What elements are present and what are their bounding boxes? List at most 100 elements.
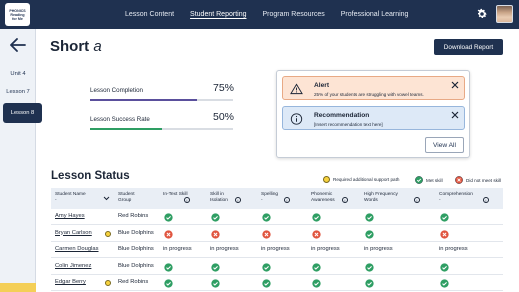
close-icon[interactable] — [451, 111, 459, 119]
metric-label: Lesson Success Rate — [90, 116, 150, 123]
nav-program-resources[interactable]: Program Resources — [262, 11, 324, 18]
info-icon[interactable]: i — [414, 197, 420, 203]
check-circle-icon — [440, 262, 449, 272]
info-icon[interactable]: i — [342, 197, 348, 203]
table-row: Amy Hayes Red Robins — [51, 209, 503, 225]
student-group: Blue Dolphins — [118, 262, 154, 269]
col-label: Spelling — [261, 192, 279, 197]
check-circle-icon — [365, 279, 374, 288]
col-phonemic-awareness[interactable]: Phonemic Awareness — [311, 192, 345, 204]
x-circle-icon — [440, 229, 449, 239]
back-arrow-icon[interactable] — [10, 38, 26, 52]
logo-line: for Me — [12, 16, 23, 21]
check-circle-icon — [164, 213, 173, 222]
check-circle-icon — [440, 213, 449, 222]
top-nav-bar: PHONICS Reading for Me Lesson Content St… — [0, 0, 519, 29]
info-icon[interactable]: i — [235, 197, 241, 203]
x-circle-icon — [262, 229, 271, 239]
x-circle-icon — [455, 176, 463, 184]
col-label: In-Text Skill — [163, 192, 188, 197]
recommendation-title: Recommendation — [314, 112, 370, 119]
x-circle-icon — [164, 229, 173, 239]
col-label: Student Name — [55, 192, 86, 197]
nav-student-reporting[interactable]: Student Reporting — [190, 11, 246, 18]
col-skill-in-isolation[interactable]: Skill in Isolation — [210, 192, 238, 204]
main-nav: Lesson Content Student Reporting Program… — [125, 0, 408, 29]
close-icon[interactable] — [451, 81, 459, 89]
sidebar-accent — [0, 283, 36, 292]
check-circle-icon — [164, 279, 173, 288]
download-report-button[interactable]: Download Report — [434, 39, 503, 55]
table-header: Student Name - Student Group In-Text Skil… — [51, 188, 503, 209]
nav-lesson-content[interactable]: Lesson Content — [125, 11, 174, 18]
check-circle-icon — [164, 262, 173, 272]
app-logo[interactable]: PHONICS Reading for Me — [5, 3, 30, 26]
col-comprehension[interactable]: Comprehension - — [439, 192, 479, 204]
table-row: Carmen Douglas Blue Dolphins in progress in… — [51, 242, 503, 258]
col-label: Comprehension — [439, 192, 473, 197]
student-name-link[interactable]: Edgar Berry — [55, 279, 86, 285]
legend-label: Met skill — [426, 177, 443, 183]
info-icon[interactable]: i — [184, 197, 190, 203]
support-dot-icon — [323, 176, 330, 183]
student-group: Red Robins — [118, 213, 149, 219]
gear-icon[interactable] — [476, 8, 488, 20]
recommendation-card: Recommendation [Insert recommendation te… — [282, 106, 465, 130]
notifications-panel: Alert 25% of your students are strugglin… — [276, 70, 470, 158]
student-group: Blue Dolphins — [118, 246, 154, 252]
progress-fill — [90, 128, 162, 130]
table-row: Colin Jimenez Blue Dolphins — [51, 259, 503, 275]
info-icon — [290, 113, 303, 125]
legend-label: Did not meet skill — [466, 177, 501, 183]
page-title: Short a — [50, 38, 102, 55]
status-text: in progress — [210, 246, 239, 252]
legend-label: Required additional support path — [333, 177, 400, 182]
user-avatar[interactable] — [496, 5, 513, 23]
sidebar-item-lesson-8[interactable]: Lesson 8 — [3, 103, 42, 123]
check-circle-icon — [365, 213, 374, 222]
table-row: Bryan Carlson Blue Dolphins — [51, 226, 503, 242]
student-name-link[interactable]: Carmen Douglas — [55, 246, 99, 252]
chevron-down-icon[interactable] — [103, 196, 110, 201]
nav-professional-learning[interactable]: Professional Learning — [341, 11, 409, 18]
check-circle-icon — [211, 262, 220, 272]
check-circle-icon — [312, 279, 321, 288]
student-name-link[interactable]: Bryan Carlson — [55, 230, 92, 236]
col-spelling[interactable]: Spelling - — [261, 192, 287, 204]
info-icon[interactable]: i — [483, 197, 489, 203]
support-dot-icon — [105, 280, 111, 286]
student-group: Blue Dolphins — [118, 229, 154, 236]
alert-title: Alert — [314, 82, 330, 89]
student-name-link[interactable]: Colin Jimenez — [55, 263, 91, 269]
col-high-frequency-words[interactable]: High Frequency Words — [364, 192, 409, 204]
x-circle-icon — [312, 229, 321, 239]
status-text: in progress — [163, 246, 192, 252]
warning-icon — [290, 83, 303, 95]
check-circle-icon — [365, 262, 374, 272]
sidebar-item-lesson-7[interactable]: Lesson 7 — [0, 85, 36, 99]
col-student-name[interactable]: Student Name - — [55, 192, 95, 204]
view-all-button[interactable]: View All — [425, 137, 464, 153]
student-group: Red Robins — [118, 279, 149, 285]
recommendation-body: [Insert recommendation text here] — [314, 122, 383, 127]
student-name-link[interactable]: Amy Hayes — [55, 213, 85, 219]
check-circle-icon — [312, 213, 321, 222]
sidebar-item-unit[interactable]: Unit 4 — [0, 67, 36, 81]
col-label: High Frequency Words — [364, 192, 398, 203]
title-main: Short — [50, 38, 90, 55]
alert-body: 25% of your students are struggling with… — [314, 92, 424, 97]
progress-fill — [90, 99, 198, 101]
info-icon[interactable]: i — [284, 197, 290, 203]
col-student-group[interactable]: Student Group — [118, 192, 142, 204]
x-circle-icon — [211, 229, 220, 239]
check-circle-icon — [211, 213, 220, 222]
col-label: Skill in Isolation — [210, 192, 228, 203]
progress-track — [90, 99, 233, 101]
check-circle-icon — [415, 176, 423, 184]
legend-met: Met skill — [415, 176, 443, 184]
status-text: in progress — [311, 246, 340, 252]
support-dot-icon — [105, 230, 111, 237]
metric-value: 50% — [212, 111, 234, 123]
legend-support: Required additional support path — [323, 176, 399, 183]
alert-card: Alert 25% of your students are strugglin… — [282, 76, 465, 100]
